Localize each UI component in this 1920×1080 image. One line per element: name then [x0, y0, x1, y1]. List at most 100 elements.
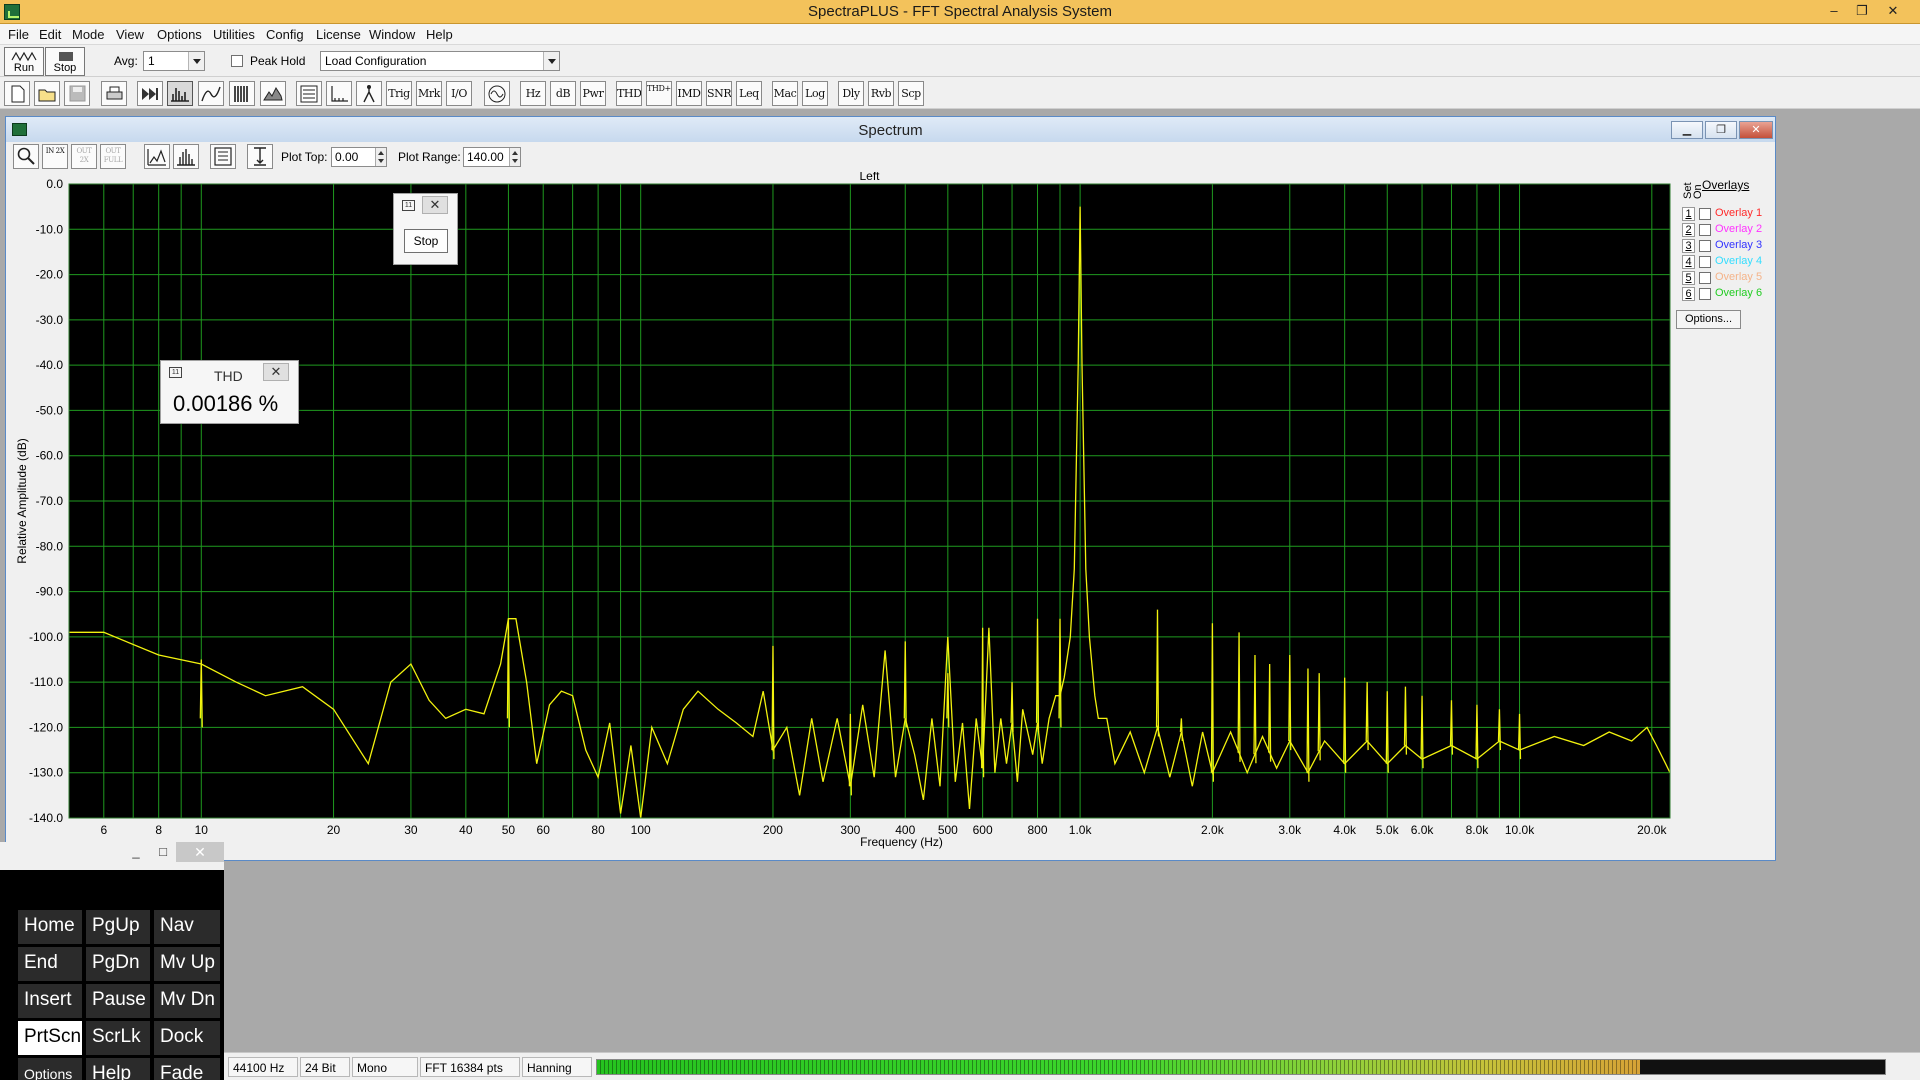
- keyboard-restore-button[interactable]: □: [153, 844, 173, 862]
- key-options[interactable]: Options: [18, 1058, 82, 1080]
- keyboard-close-button[interactable]: ✕: [176, 842, 224, 862]
- spectrogram-button[interactable]: [229, 81, 255, 106]
- plot-top-spinner[interactable]: [375, 148, 386, 166]
- run-button[interactable]: Run: [4, 47, 44, 76]
- overlay-set-button[interactable]: 3: [1682, 239, 1695, 253]
- plot-range-spinner[interactable]: [509, 148, 520, 166]
- peak-marker-button[interactable]: [356, 81, 382, 106]
- signal-generator-button[interactable]: [484, 81, 510, 106]
- imd-button[interactable]: IMD: [676, 81, 702, 106]
- menu-view[interactable]: View: [116, 27, 144, 42]
- key-pause[interactable]: Pause: [86, 984, 150, 1018]
- thd-n-button[interactable]: THD+N: [646, 81, 672, 106]
- close-icon[interactable]: ✕: [263, 363, 289, 381]
- plot-top-input[interactable]: 0.00: [331, 147, 387, 167]
- overlay-set-button[interactable]: 5: [1682, 271, 1695, 285]
- x-axis-label: Frequency (Hz): [860, 835, 943, 849]
- spectrum-restore-button[interactable]: ❐: [1705, 121, 1737, 139]
- line-plot-icon[interactable]: [144, 144, 170, 169]
- zoom-in-2x-button[interactable]: IN 2X: [42, 144, 68, 169]
- minimize-button[interactable]: –: [1821, 1, 1847, 21]
- bar-plot-icon[interactable]: [173, 144, 199, 169]
- menu-edit[interactable]: Edit: [39, 27, 61, 42]
- menu-utilities[interactable]: Utilities: [213, 27, 255, 42]
- leq-button[interactable]: Leq: [736, 81, 762, 106]
- menu-license[interactable]: License: [316, 27, 361, 42]
- key-mv-dn[interactable]: Mv Dn: [154, 984, 220, 1018]
- key-help[interactable]: Help: [86, 1058, 150, 1080]
- trig-button[interactable]: Trig: [386, 81, 412, 106]
- zoom-out-2x-button[interactable]: OUT 2X: [71, 144, 97, 169]
- config-select[interactable]: Load Configuration: [320, 51, 560, 71]
- avg-select[interactable]: 1: [143, 51, 205, 71]
- print-button[interactable]: [101, 81, 127, 106]
- close-icon[interactable]: ✕: [422, 196, 448, 214]
- menu-window[interactable]: Window: [369, 27, 415, 42]
- db-button[interactable]: dB: [550, 81, 576, 106]
- menu-help[interactable]: Help: [426, 27, 453, 42]
- fft-size-status: FFT 16384 pts: [420, 1057, 520, 1077]
- overlay-checkbox[interactable]: [1699, 288, 1711, 300]
- key-pgdn[interactable]: PgDn: [86, 947, 150, 981]
- key-mv-up[interactable]: Mv Up: [154, 947, 220, 981]
- thd-button[interactable]: THD: [616, 81, 642, 106]
- view-settings-button[interactable]: [296, 81, 322, 106]
- overlay-checkbox[interactable]: [1699, 208, 1711, 220]
- spectrum-mode-button[interactable]: [167, 81, 193, 106]
- key-insert[interactable]: Insert: [18, 984, 82, 1018]
- zoom-icon[interactable]: [13, 144, 39, 169]
- popup-stop-button[interactable]: Stop: [404, 229, 448, 253]
- open-folder-button[interactable]: [34, 81, 60, 106]
- menu-config[interactable]: Config: [266, 27, 304, 42]
- spectrum-close-button[interactable]: ✕: [1739, 121, 1773, 139]
- 3d-surface-button[interactable]: [260, 81, 286, 106]
- overlay-set-button[interactable]: 6: [1682, 287, 1695, 301]
- overlay-set-button[interactable]: 1: [1682, 207, 1695, 221]
- axis-button[interactable]: [326, 81, 352, 106]
- overlay-label: Overlay 1: [1715, 207, 1763, 219]
- key-home[interactable]: Home: [18, 910, 82, 944]
- stop-button[interactable]: Stop: [45, 47, 85, 76]
- zoom-out-full-button[interactable]: OUT FULL: [100, 144, 126, 169]
- key-nav[interactable]: Nav: [154, 910, 220, 944]
- spectrum-plot[interactable]: 0.0 -10.0 -20.0 -30.0 -40.0 -50.0 -60.0 -70.0 -8…: [6, 172, 1671, 872]
- save-button[interactable]: [64, 81, 90, 106]
- rvb-button[interactable]: Rvb: [868, 81, 894, 106]
- dly-button[interactable]: Dly: [838, 81, 864, 106]
- peak-hold-checkbox[interactable]: [231, 55, 243, 67]
- time-series-button[interactable]: [198, 81, 224, 106]
- overlay-checkbox[interactable]: [1699, 240, 1711, 252]
- pwr-button[interactable]: Pwr: [580, 81, 606, 106]
- log-button[interactable]: Log: [802, 81, 828, 106]
- menu-options[interactable]: Options: [157, 27, 202, 42]
- menu-mode[interactable]: Mode: [72, 27, 105, 42]
- scp-button[interactable]: Scp: [898, 81, 924, 106]
- mac-button[interactable]: Mac: [772, 81, 798, 106]
- overlay-checkbox[interactable]: [1699, 256, 1711, 268]
- close-button[interactable]: ✕: [1880, 1, 1906, 21]
- key-pgup[interactable]: PgUp: [86, 910, 150, 944]
- snr-button[interactable]: SNR: [706, 81, 732, 106]
- menu-file[interactable]: File: [8, 27, 29, 42]
- plot-range-input[interactable]: 140.00: [463, 147, 521, 167]
- key-scrlk[interactable]: ScrLk: [86, 1021, 150, 1055]
- overlay-options-button[interactable]: Options...: [1676, 310, 1741, 329]
- overlay-checkbox[interactable]: [1699, 224, 1711, 236]
- key-prtscn[interactable]: PrtScn: [18, 1021, 82, 1055]
- key-fade[interactable]: Fade: [154, 1058, 220, 1080]
- restore-button[interactable]: ❐: [1849, 1, 1875, 21]
- overlay-checkbox[interactable]: [1699, 272, 1711, 284]
- keyboard-minimize-button[interactable]: _: [126, 844, 146, 862]
- hz-button[interactable]: Hz: [520, 81, 546, 106]
- overlay-set-button[interactable]: 2: [1682, 223, 1695, 237]
- plot-properties-icon[interactable]: [210, 144, 236, 169]
- spectrum-minimize-button[interactable]: ▁: [1671, 121, 1703, 139]
- new-file-button[interactable]: [4, 81, 30, 106]
- key-end[interactable]: End: [18, 947, 82, 981]
- i-o-button[interactable]: I/O: [446, 81, 472, 106]
- mrk-button[interactable]: Mrk: [416, 81, 442, 106]
- y-scale-icon[interactable]: [247, 144, 273, 169]
- fast-forward-button[interactable]: [137, 81, 163, 106]
- key-dock[interactable]: Dock: [154, 1021, 220, 1055]
- overlay-set-button[interactable]: 4: [1682, 255, 1695, 269]
